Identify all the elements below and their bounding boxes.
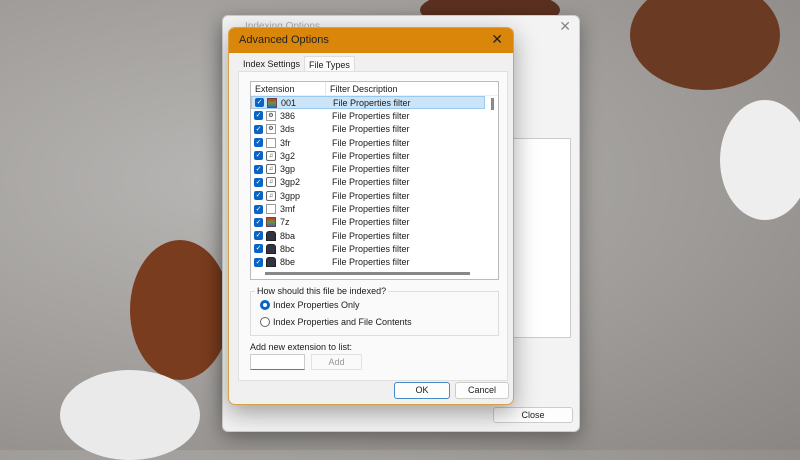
add-button[interactable]: Add	[311, 354, 362, 370]
filter-description: File Properties filter	[332, 164, 410, 175]
checkbox-checked[interactable]: ✓	[254, 164, 263, 174]
file-blank-icon	[266, 137, 276, 148]
radio-selected[interactable]	[260, 300, 270, 310]
file-type-row[interactable]: ✓ 001 File Properties filter	[251, 96, 485, 110]
cancel-button[interactable]: Cancel	[455, 382, 509, 399]
filter-description: File Properties filter	[332, 243, 410, 254]
radio-label: Index Properties and File Contents	[273, 317, 412, 327]
file-type-row[interactable]: ✓ ⚙ 3ds File Properties filter	[251, 123, 485, 136]
extension: 3gp2	[280, 177, 301, 188]
file-doc-gear-icon: ⚙	[266, 124, 276, 135]
extension: 3g2	[280, 150, 296, 161]
file-blank-icon	[266, 204, 276, 215]
checkbox-checked[interactable]: ✓	[254, 124, 263, 134]
file-media-icon: ♫	[266, 150, 276, 161]
radio-label: Index Properties Only	[273, 300, 360, 310]
checkbox-checked[interactable]: ✓	[254, 151, 263, 161]
file-type-row[interactable]: ✓ ♫ 3gp2 File Properties filter	[251, 176, 485, 189]
extension: 7z	[280, 217, 290, 228]
extension: 386	[280, 110, 296, 121]
file-app-icon	[266, 230, 276, 241]
checkbox-checked[interactable]: ✓	[254, 191, 263, 201]
background-flower	[720, 100, 800, 220]
checkbox-checked[interactable]: ✓	[255, 98, 264, 108]
filter-description: File Properties filter	[333, 97, 411, 108]
file-app-icon	[266, 257, 276, 268]
checkbox-checked[interactable]: ✓	[254, 204, 263, 214]
filter-description: File Properties filter	[332, 217, 410, 228]
file-type-row[interactable]: ✓ 3fr File Properties filter	[251, 136, 485, 149]
index-method-group: How should this file be indexed? Index P…	[250, 286, 499, 336]
close-button[interactable]: Close	[493, 407, 573, 423]
filter-description: File Properties filter	[332, 204, 410, 215]
extension: 3gpp	[280, 190, 301, 201]
file-type-row[interactable]: ✓ ⚙ 386 File Properties filter	[251, 109, 485, 122]
radio-index-properties-only[interactable]: Index Properties Only	[260, 300, 360, 310]
filter-description: File Properties filter	[332, 230, 410, 241]
filter-description: File Properties filter	[332, 110, 410, 121]
file-media-icon: ♫	[266, 164, 276, 175]
extension: 3fr	[280, 137, 291, 148]
filter-description: File Properties filter	[332, 150, 410, 161]
radio-index-properties-and-contents[interactable]: Index Properties and File Contents	[260, 317, 412, 327]
file-type-row[interactable]: ✓ ♫ 3gp File Properties filter	[251, 162, 485, 175]
checkbox-checked[interactable]: ✓	[254, 217, 263, 227]
checkbox-checked[interactable]: ✓	[254, 244, 263, 254]
file-type-row[interactable]: ✓ ♫ 3g2 File Properties filter	[251, 149, 485, 162]
file-type-row[interactable]: ✓ 8be File Properties filter	[251, 256, 485, 269]
group-label: How should this file be indexed?	[255, 286, 389, 296]
filter-description: File Properties filter	[332, 190, 410, 201]
add-extension-label: Add new extension to list:	[250, 342, 353, 352]
file-types-list[interactable]: Extension Filter Description ✓ 001 File Pro…	[250, 81, 499, 280]
column-filter-description[interactable]: Filter Description	[326, 82, 398, 95]
file-archive-icon	[267, 97, 277, 108]
close-icon[interactable]: ✕	[491, 31, 503, 48]
extension: 8be	[280, 257, 296, 268]
filter-description: File Properties filter	[332, 257, 410, 268]
file-types-panel: Extension Filter Description ✓ 001 File Pro…	[238, 71, 508, 381]
checkbox-checked[interactable]: ✓	[254, 257, 263, 267]
ok-button[interactable]: OK	[394, 382, 450, 399]
file-archive-icon	[266, 217, 276, 228]
advanced-options-dialog: Advanced Options ✕ Index Settings File T…	[228, 27, 514, 405]
radio-unselected[interactable]	[260, 317, 270, 327]
file-type-row[interactable]: ✓ 8ba File Properties filter	[251, 229, 485, 242]
file-type-row[interactable]: ✓ ♫ 3gpp File Properties filter	[251, 189, 485, 202]
file-type-row[interactable]: ✓ 7z File Properties filter	[251, 216, 485, 229]
checkbox-checked[interactable]: ✓	[254, 138, 263, 148]
file-app-icon	[266, 243, 276, 254]
dialog-title: Advanced Options	[239, 34, 329, 46]
background-flower	[130, 240, 230, 380]
background-flower	[60, 370, 200, 460]
close-icon[interactable]: ✕	[559, 18, 571, 35]
file-doc-gear-icon: ⚙	[266, 110, 276, 121]
checkbox-checked[interactable]: ✓	[254, 111, 263, 121]
checkbox-checked[interactable]: ✓	[254, 231, 263, 241]
column-extension[interactable]: Extension	[251, 82, 326, 95]
extension: 8ba	[280, 230, 296, 241]
extension: 8bc	[280, 243, 295, 254]
add-extension-input[interactable]	[250, 354, 305, 370]
file-type-row[interactable]: ✓ 3mf File Properties filter	[251, 202, 485, 215]
extension: 001	[281, 97, 297, 108]
checkbox-checked[interactable]: ✓	[254, 177, 263, 187]
filter-description: File Properties filter	[332, 137, 410, 148]
filter-description: File Properties filter	[332, 124, 410, 135]
extension: 3gp	[280, 164, 296, 175]
extension: 3ds	[280, 124, 295, 135]
horizontal-scrollbar[interactable]	[265, 272, 470, 275]
title-bar: Advanced Options ✕	[229, 28, 513, 53]
filter-description: File Properties filter	[332, 177, 410, 188]
file-media-icon: ♫	[266, 190, 276, 201]
vertical-scrollbar[interactable]	[491, 98, 494, 110]
file-type-row[interactable]: ✓ 8bc File Properties filter	[251, 242, 485, 255]
file-media-icon: ♫	[266, 177, 276, 188]
background-flower	[630, 0, 780, 90]
extension: 3mf	[280, 204, 296, 215]
